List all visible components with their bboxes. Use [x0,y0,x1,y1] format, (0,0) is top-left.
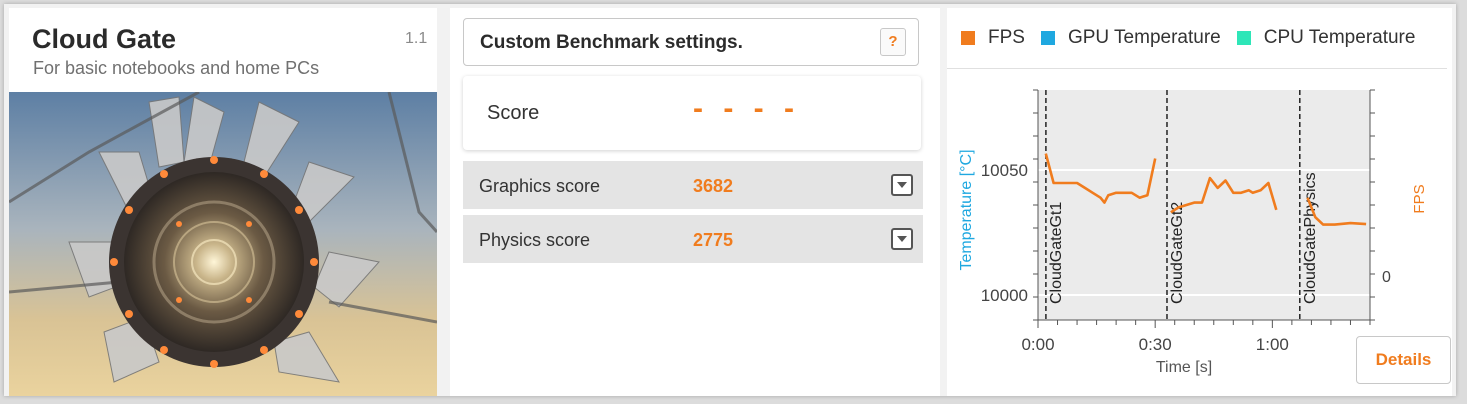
x-tick-label: 0:00 [1021,335,1054,354]
legend-label-cpu-temperature: CPU Temperature [1263,27,1416,48]
benchmark-thumbnail [9,92,437,396]
y-right-tick-label: 0 [1382,269,1391,286]
graphics-score-expand-icon[interactable] [891,174,913,196]
graphics-score-row: Graphics score 3682 [463,161,923,209]
benchmark-result-card: Cloud Gate 1.1 For basic notebooks and h… [4,4,1456,396]
chart-legend: FPS GPU Temperature CPU Temperature [961,25,1431,51]
score-label: Score [487,102,540,124]
x-tick-label: 1:00 [1256,335,1289,354]
y-left-tick-label: 10000 [981,286,1028,305]
physics-score-label: Physics score [479,230,591,250]
legend-item-gpu-temperature[interactable]: GPU Temperature [1040,27,1221,49]
x-axis-label: Time [s] [1156,359,1212,376]
section-label: CloudGatePhysics [1302,172,1319,304]
legend-item-fps[interactable]: FPS [961,27,1025,49]
y-axis-right-label: FPS [1411,184,1428,213]
section-label: CloudGateGt1 [1048,202,1065,304]
monitoring-panel: FPS GPU Temperature CPU Temperature 0:00… [947,8,1452,396]
x-tick-label: 0:30 [1139,335,1172,354]
graphics-score-label: Graphics score [479,176,601,196]
legend-label-gpu-temperature: GPU Temperature [1067,27,1221,48]
overall-score-box: Score - - - - [463,76,921,150]
physics-score-row: Physics score 2775 [463,215,923,263]
legend-label-fps: FPS [988,27,1025,48]
y-left-tick-label: 10050 [981,161,1028,180]
details-button[interactable]: Details [1356,336,1451,384]
benchmark-title: Cloud Gate [32,24,177,54]
score-value: - - - - [693,92,800,125]
y-axis-left-label: Temperature [°C] [958,149,975,270]
graphics-score-value: 3682 [693,176,734,196]
plot-area [1038,90,1370,320]
physics-score-value: 2775 [693,230,734,250]
benchmark-settings-box: Custom Benchmark settings. ? [463,18,919,66]
legend-divider [947,68,1447,69]
physics-score-expand-icon[interactable] [891,228,913,250]
help-button[interactable]: ? [880,28,906,56]
section-label: CloudGateGt2 [1169,202,1186,304]
score-panel: Custom Benchmark settings. ? Score - - -… [450,8,940,396]
benchmark-info-panel: Cloud Gate 1.1 For basic notebooks and h… [9,8,437,396]
benchmark-subtitle: For basic notebooks and home PCs [33,58,320,78]
cpu-temperature-swatch [1236,31,1251,45]
gpu-temperature-swatch [1040,31,1055,45]
benchmark-version: 1.1 [405,30,428,47]
fps-swatch [961,31,975,45]
legend-item-cpu-temperature[interactable]: CPU Temperature [1236,27,1416,49]
settings-label: Custom Benchmark settings. [480,32,743,53]
